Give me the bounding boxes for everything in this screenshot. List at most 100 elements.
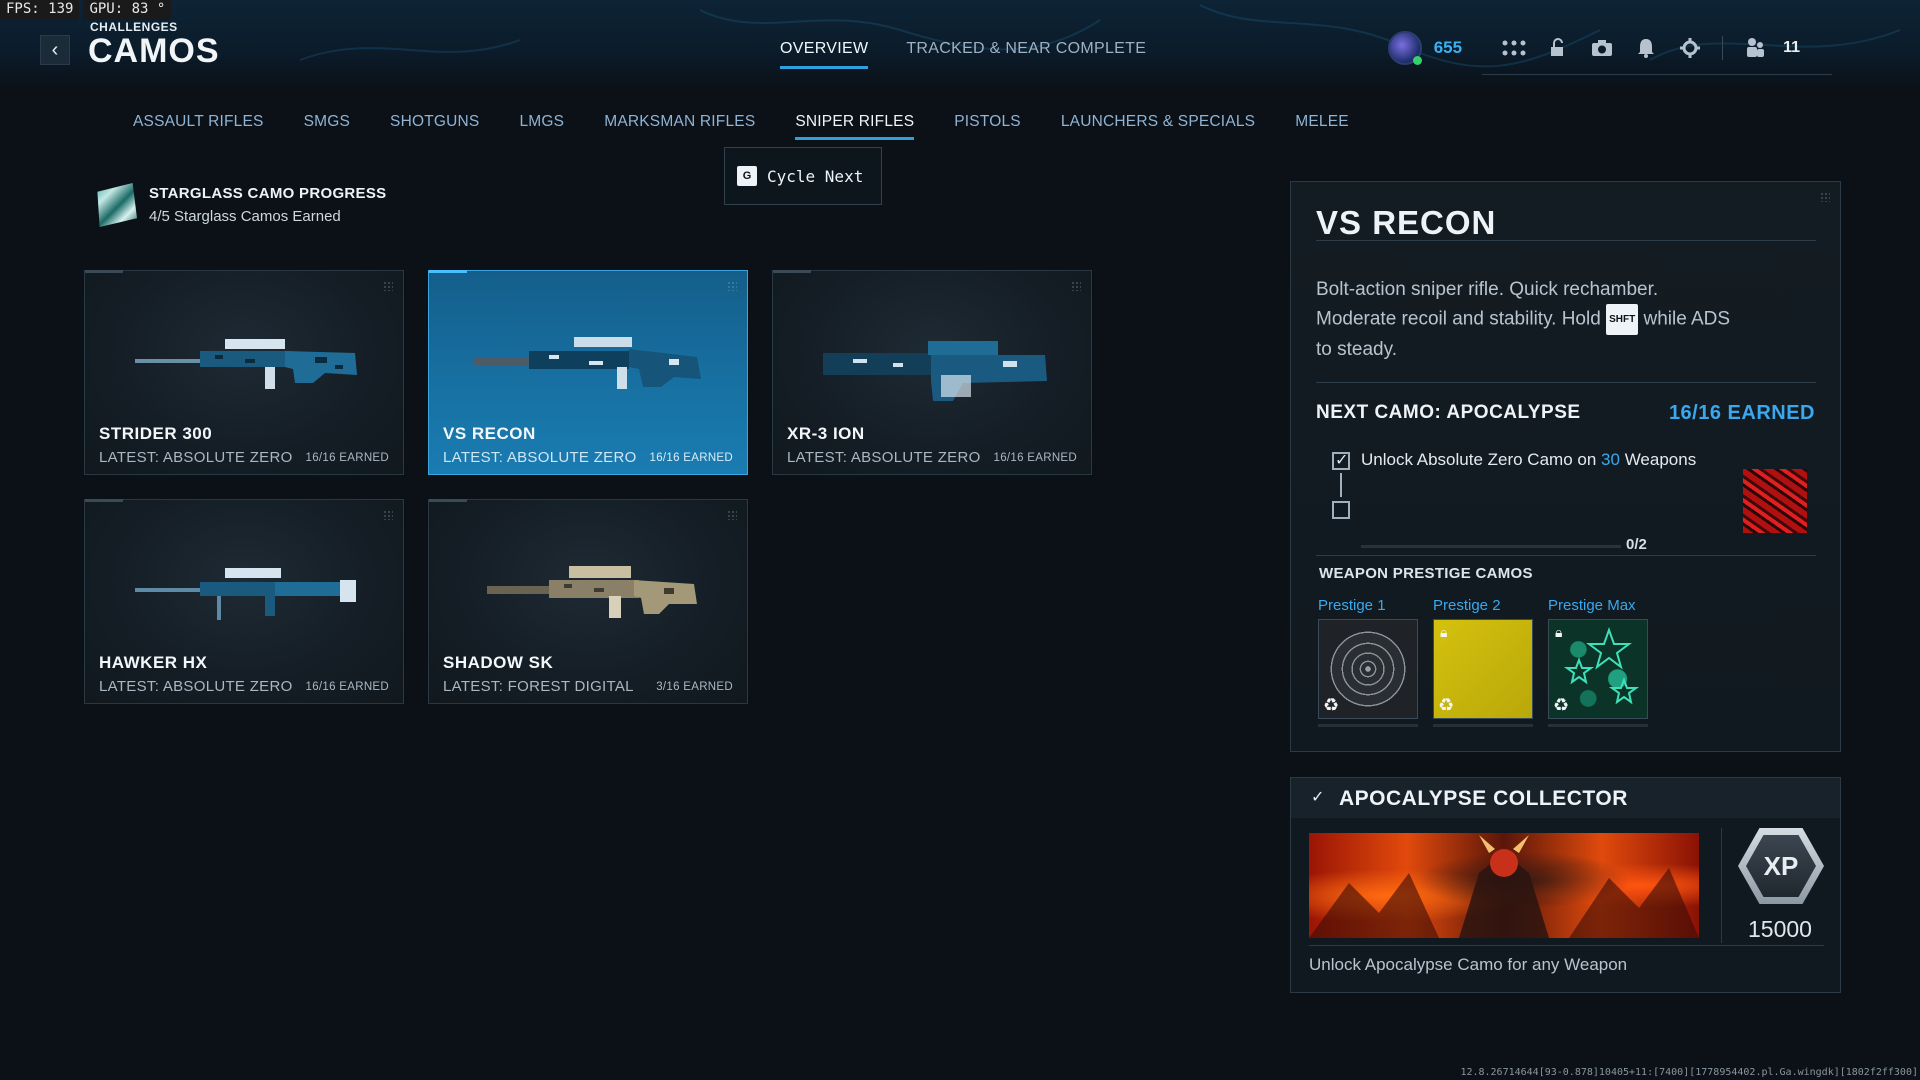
weapon-latest-camo: LATEST: ABSOLUTE ZERO [443, 449, 637, 466]
chevron-left-icon: ‹ [51, 38, 59, 61]
header-actions: 655 11 [1387, 28, 1800, 68]
tab-launchers-specials[interactable]: LAUNCHERS & SPECIALS [1061, 113, 1255, 140]
tab-smgs[interactable]: SMGS [304, 113, 350, 140]
xp-reward: XP 15000 [1721, 828, 1826, 943]
prestige-2-camo-tile[interactable]: 🔒︎ ♻ [1433, 619, 1533, 719]
prestige-max-camo-tile[interactable]: 🔒︎ ♻ [1548, 619, 1648, 719]
party-icon[interactable] [1738, 36, 1772, 60]
task-description: Unlock Absolute Zero Camo on 30 Weapons [1361, 450, 1696, 470]
card-corner-grid-icon [727, 281, 737, 291]
party-count: 11 [1783, 39, 1800, 56]
prestige-2-bar [1433, 724, 1533, 727]
weapon-card-strider-300[interactable]: STRIDER 300 LATEST: ABSOLUTE ZERO 16/16 … [84, 270, 404, 475]
weapon-card-vs-recon[interactable]: VS RECON LATEST: ABSOLUTE ZERO 16/16 EAR… [428, 270, 748, 475]
tab-melee[interactable]: MELEE [1295, 113, 1349, 140]
prestige-1-camo-tile[interactable]: ♻ [1318, 619, 1418, 719]
collector-reward-art [1309, 833, 1699, 938]
weapon-card-hawker-hx[interactable]: HAWKER HX LATEST: ABSOLUTE ZERO 16/16 EA… [84, 499, 404, 704]
task-progress-bar [1361, 545, 1621, 548]
prestige-section-title: WEAPON PRESTIGE CAMOS [1319, 565, 1533, 582]
collector-divider [1309, 945, 1824, 946]
key-g-icon: G [737, 166, 757, 186]
weapon-detail-panel: VS RECON Bolt-action sniper rifle. Quick… [1290, 181, 1841, 752]
task-connector-line [1340, 473, 1342, 497]
task-number: 30 [1601, 450, 1620, 469]
card-corner-grid-icon [383, 510, 393, 520]
camera-icon[interactable] [1585, 36, 1619, 60]
apocalypse-collector-panel[interactable]: ✓ APOCALYPSE COLLECTOR XP 15000 Unlock A… [1290, 777, 1841, 993]
prestige-max-bar [1548, 724, 1648, 727]
sniper-rifle-image [823, 341, 1047, 401]
description-line-2a: Moderate recoil and stability. Hold [1316, 308, 1601, 330]
weapon-earned: 16/16 EARNED [993, 452, 1077, 464]
weapon-earned: 16/16 EARNED [305, 681, 389, 693]
tab-shotguns[interactable]: SHOTGUNS [390, 113, 479, 140]
weapon-earned: 16/16 EARNED [305, 452, 389, 464]
task-prefix: Unlock Absolute Zero Camo on [1361, 450, 1597, 469]
prestige-2-label: Prestige 2 [1433, 597, 1501, 614]
tab-pistols[interactable]: PISTOLS [954, 113, 1021, 140]
prestige-recycle-icon: ♻ [1323, 695, 1340, 715]
task-checkbox-incomplete [1332, 501, 1350, 519]
prestige-recycle-icon: ♻ [1438, 695, 1455, 715]
weapon-name: HAWKER HX [99, 653, 208, 672]
gpu-counter: GPU: 83 ° [83, 0, 172, 20]
task-progress-count: 0/2 [1626, 536, 1647, 553]
prestige-1-bar [1318, 724, 1418, 727]
weapon-latest-camo: LATEST: ABSOLUTE ZERO [99, 678, 293, 695]
collector-description: Unlock Apocalypse Camo for any Weapon [1309, 955, 1628, 974]
sniper-rifle-image [474, 337, 701, 389]
card-top-tick [429, 270, 467, 273]
prestige-max-label: Prestige Max [1548, 597, 1636, 614]
weapon-detail-title: VS RECON [1316, 204, 1497, 241]
card-corner-grid-icon [383, 281, 393, 291]
checkmark-icon: ✓ [1311, 787, 1325, 806]
weapon-card-shadow-sk[interactable]: SHADOW SK LATEST: FOREST DIGITAL 3/16 EA… [428, 499, 748, 704]
build-version-string: 12.8.26714644[93-0.878]10405+11:[7400][1… [1460, 1067, 1918, 1078]
card-top-tick [429, 499, 467, 502]
page-title: CAMOS [88, 32, 220, 70]
description-line-3: to steady. [1316, 339, 1397, 360]
header-underline [1482, 74, 1832, 75]
cod-points-amount[interactable]: 655 [1434, 38, 1462, 58]
prestige-1-label: Prestige 1 [1318, 597, 1386, 614]
store-lock-icon[interactable] [1541, 36, 1575, 60]
card-top-tick [85, 499, 123, 502]
weapon-category-tabs: ASSAULT RIFLES SMGS SHOTGUNS LMGS MARKSM… [133, 113, 1389, 140]
gear-icon[interactable] [1673, 36, 1707, 60]
back-button[interactable]: ‹ [40, 35, 70, 65]
starglass-camo-icon [97, 183, 137, 227]
description-divider [1316, 382, 1816, 383]
perf-overlay: FPS: 139 GPU: 83 ° [0, 0, 175, 20]
tab-marksman-rifles[interactable]: MARKSMAN RIFLES [604, 113, 755, 140]
starglass-progress: STARGLASS CAMO PROGRESS 4/5 Starglass Ca… [93, 183, 386, 227]
weapon-description: Bolt-action sniper rifle. Quick rechambe… [1316, 275, 1786, 364]
grid-menu-icon[interactable] [1497, 36, 1531, 60]
weapon-card-xr-3-ion[interactable]: XR-3 ION LATEST: ABSOLUTE ZERO 16/16 EAR… [772, 270, 1092, 475]
tab-tracked-near-complete[interactable]: TRACKED & NEAR COMPLETE [906, 40, 1146, 69]
tab-assault-rifles[interactable]: ASSAULT RIFLES [133, 113, 264, 140]
xp-badge-label: XP [1746, 835, 1816, 897]
demon-artwork-icon [1309, 835, 1699, 938]
task-divider [1316, 555, 1816, 556]
weapon-earned: 16/16 EARNED [649, 452, 733, 464]
sniper-rifle-image [487, 566, 697, 618]
weapon-latest-camo: LATEST: ABSOLUTE ZERO [99, 449, 293, 466]
avatar[interactable] [1387, 31, 1422, 65]
shift-key-icon: SHFT [1606, 304, 1639, 335]
next-camo-title: NEXT CAMO: APOCALYPSE [1316, 402, 1581, 423]
header-divider [1722, 36, 1724, 60]
card-top-tick [85, 270, 123, 273]
tab-lmgs[interactable]: LMGS [519, 113, 564, 140]
bell-icon[interactable] [1629, 36, 1663, 60]
task-checkbox-complete [1332, 450, 1350, 470]
cycle-next-tooltip[interactable]: G Cycle Next [724, 147, 882, 205]
apocalypse-camo-thumbnail [1743, 469, 1807, 533]
description-line-1: Bolt-action sniper rifle. Quick rechambe… [1316, 279, 1659, 300]
card-corner-grid-icon [727, 510, 737, 520]
tab-sniper-rifles[interactable]: SNIPER RIFLES [795, 113, 915, 140]
tab-overview[interactable]: OVERVIEW [780, 40, 869, 69]
weapon-name: STRIDER 300 [99, 424, 213, 443]
lock-icon: 🔒︎ [1440, 624, 1448, 640]
panel-corner-grid-icon [1820, 192, 1830, 202]
